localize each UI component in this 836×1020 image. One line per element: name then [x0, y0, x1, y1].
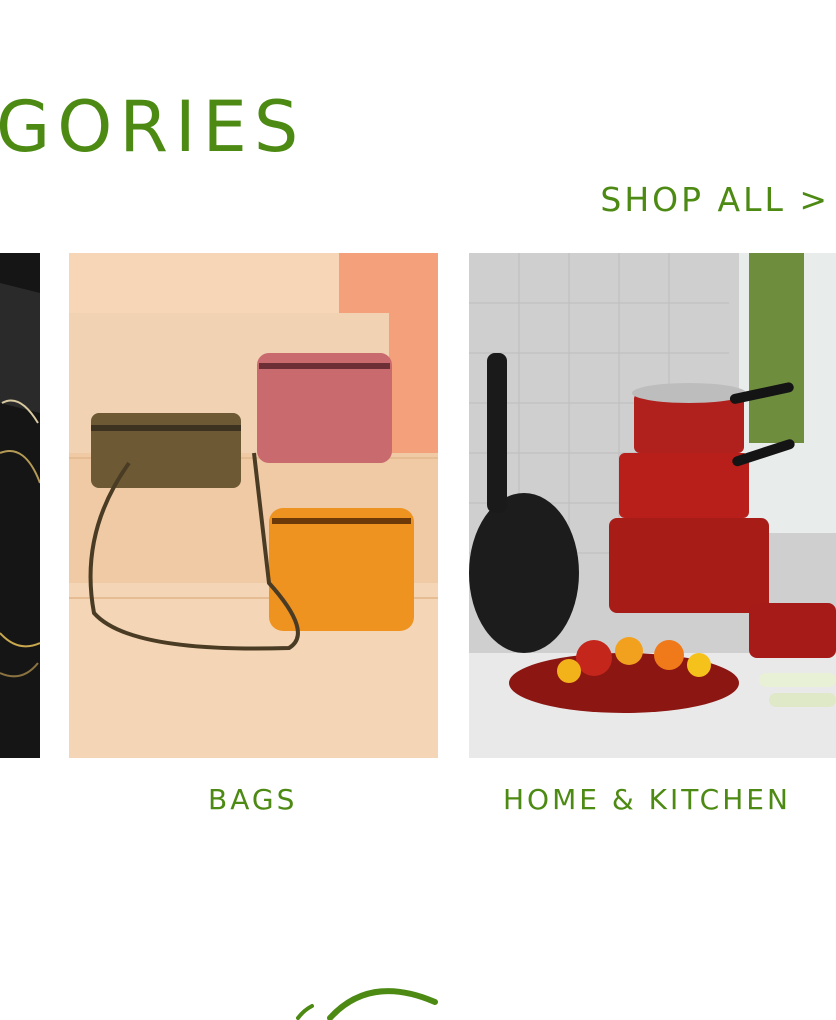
- section-title: GORIES: [0, 86, 306, 168]
- shop-all-link[interactable]: SHOP ALL >: [600, 183, 830, 216]
- partial-category-image: [0, 253, 40, 758]
- category-card-partial[interactable]: [0, 253, 40, 758]
- category-label-home-kitchen[interactable]: HOME & KITCHEN: [503, 786, 791, 814]
- bags-image: [69, 253, 438, 758]
- category-label-bags[interactable]: BAGS: [208, 786, 297, 814]
- home-kitchen-image: [469, 253, 836, 758]
- category-card-home-kitchen[interactable]: [469, 253, 836, 758]
- category-card-bags[interactable]: [69, 253, 438, 758]
- script-logo-fragment: [296, 988, 438, 1020]
